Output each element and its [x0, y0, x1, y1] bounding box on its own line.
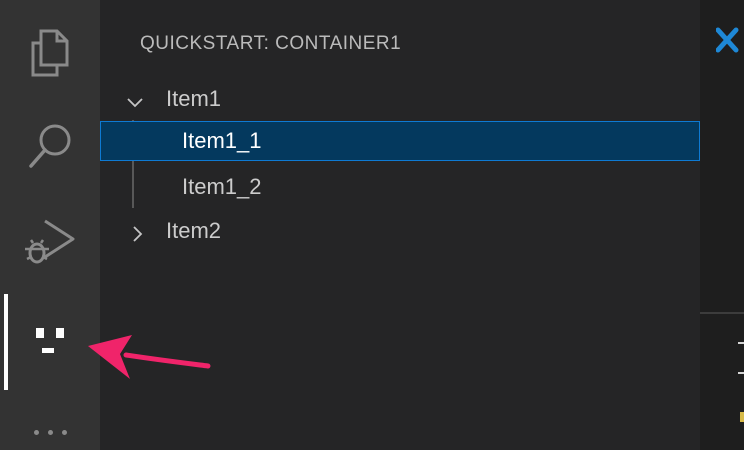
vscode-logo-icon: [716, 27, 739, 53]
annotation-arrow-icon: [88, 335, 211, 379]
editor-text-fragment: [738, 342, 744, 344]
search-icon: [25, 120, 75, 172]
files-icon: [27, 27, 73, 79]
activity-item-search[interactable]: [0, 106, 100, 186]
tree-item-label: Item1: [166, 86, 222, 111]
run-debug-icon: [23, 215, 77, 269]
sidebar-title: QUICKSTART: CONTAINER1: [140, 33, 402, 54]
custom-view-icon: [30, 322, 70, 362]
chevron-down-icon[interactable]: [126, 91, 143, 108]
tree-item-item1[interactable]: Item1: [100, 79, 700, 119]
editor-warning-fragment: [740, 412, 744, 422]
more-ellipsis-icon[interactable]: [34, 430, 67, 435]
vscode-window: QUICKSTART: CONTAINER1 Item1 Item1_1 Ite…: [0, 0, 744, 450]
panel-divider: [700, 312, 744, 314]
tree-item-item1-1[interactable]: Item1_1: [100, 121, 700, 161]
editor-text-fragment: [738, 372, 744, 374]
activity-item-explorer[interactable]: [0, 13, 100, 93]
chevron-right-icon[interactable]: [130, 223, 146, 242]
tree-item-item2[interactable]: Item2: [100, 211, 700, 251]
editor-area: [700, 0, 744, 450]
tree-item-item1-2[interactable]: Item1_2: [100, 167, 700, 207]
active-view-indicator: [4, 294, 8, 390]
tree-item-label: Item1_1: [182, 128, 262, 153]
tree-item-label: Item1_2: [182, 174, 262, 199]
tree-item-label: Item2: [166, 218, 222, 243]
activity-item-run-debug[interactable]: [0, 202, 100, 282]
